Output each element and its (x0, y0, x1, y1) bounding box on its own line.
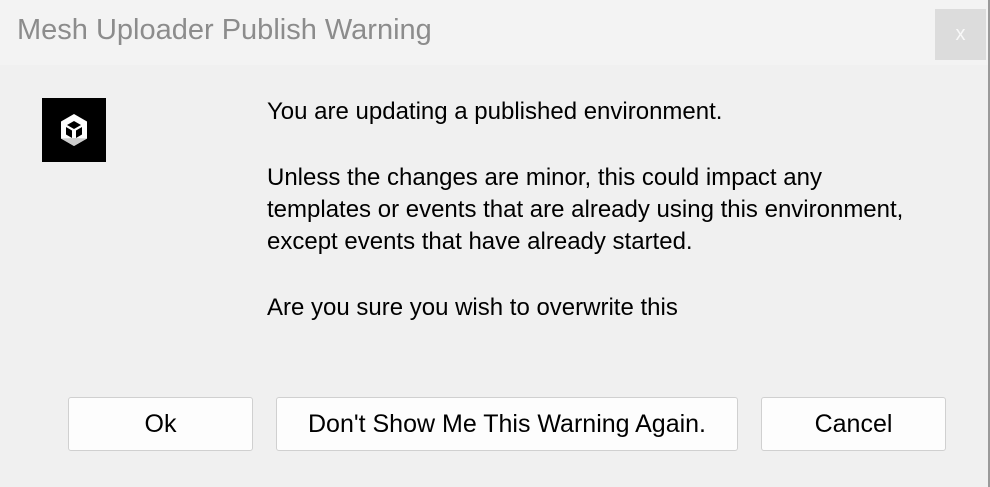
window-title: Mesh Uploader Publish Warning (17, 14, 432, 46)
message-question: Are you sure you wish to overwrite this (267, 294, 678, 321)
message-heading: You are updating a published environment… (267, 98, 723, 125)
close-button[interactable]: x (935, 9, 986, 60)
dont-show-again-button[interactable]: Don't Show Me This Warning Again. (276, 397, 738, 451)
unity-logo-icon (42, 98, 106, 162)
title-bar: Mesh Uploader Publish Warning x (0, 0, 990, 65)
ok-button[interactable]: Ok (68, 397, 253, 451)
message-body: Unless the changes are minor, this could… (267, 164, 904, 255)
warning-message: You are updating a published environment… (267, 96, 927, 358)
cancel-button[interactable]: Cancel (761, 397, 946, 451)
